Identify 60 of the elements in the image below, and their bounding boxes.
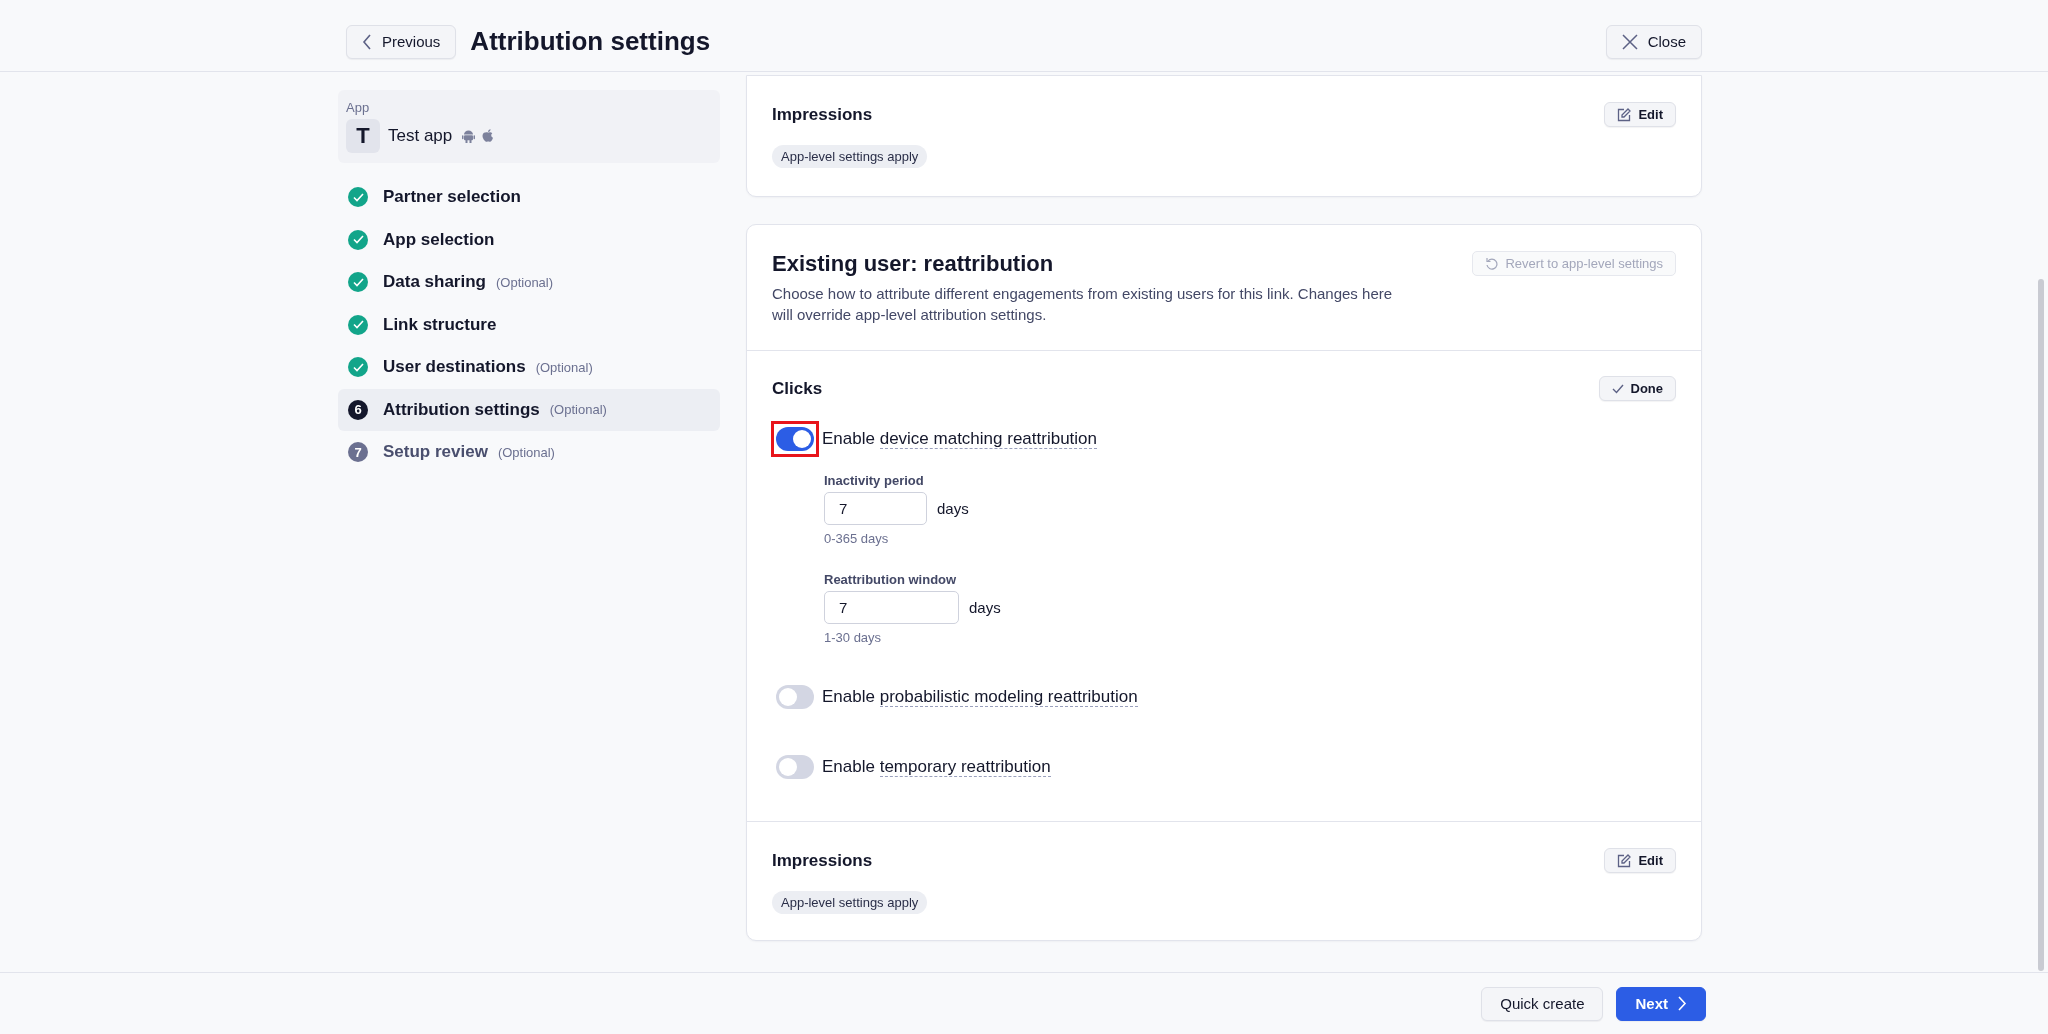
chevron-left-icon: [362, 33, 372, 50]
step-item[interactable]: Partner selection: [338, 176, 720, 219]
section-heading: Impressions: [772, 104, 873, 125]
edit-icon: [1617, 853, 1632, 868]
app-initial-tile: T: [346, 119, 380, 153]
robot-icon: [462, 129, 476, 143]
number-input[interactable]: 7: [824, 492, 927, 525]
step-item[interactable]: 7 Setup review (Optional): [338, 431, 720, 474]
step-item[interactable]: Link structure: [338, 303, 720, 346]
step-number: 6: [348, 399, 368, 420]
card-title: Existing user: reattribution: [772, 251, 1055, 277]
step-label: User destinations: [383, 357, 526, 378]
done-button[interactable]: Done: [1598, 376, 1676, 401]
optional-note: (Optional): [535, 359, 593, 375]
optional-note: (Optional): [496, 274, 554, 290]
previous-button[interactable]: Previous: [346, 24, 457, 59]
step-label: Attribution settings: [383, 399, 540, 420]
apple-icon: [482, 129, 495, 143]
toggle-label: Enable probabilistic modeling reattribution: [822, 687, 1138, 707]
undo-icon: [1485, 257, 1499, 270]
toggle-switch[interactable]: [771, 421, 819, 457]
optional-note: (Optional): [497, 444, 555, 460]
scrollbar-thumb[interactable]: [2038, 279, 2044, 971]
toggle-label: Enable device matching reattribution: [822, 429, 1097, 449]
quick-create-button[interactable]: Quick create: [1481, 986, 1604, 1021]
app-name: Test app: [388, 126, 453, 146]
close-button[interactable]: Close: [1605, 24, 1702, 59]
page-title: Attribution settings: [470, 26, 712, 57]
step-item[interactable]: User destinations (Optional): [338, 346, 720, 389]
range-hint: 0-365 days: [824, 531, 890, 546]
step-item[interactable]: App selection: [338, 218, 720, 261]
check-icon: [1611, 383, 1624, 394]
next-button[interactable]: Next: [1616, 986, 1706, 1021]
step-label: Link structure: [383, 314, 497, 335]
app-label: App: [346, 100, 371, 115]
close-icon: [1621, 33, 1638, 50]
field-label: Reattribution window: [824, 572, 958, 587]
optional-note: (Optional): [549, 402, 607, 418]
step-item[interactable]: 6 Attribution settings (Optional): [338, 388, 720, 431]
edit-icon: [1617, 107, 1632, 122]
card-description: Choose how to attribute different engagements from existing users for this link. Changes here will override app-level attribution settings.: [772, 284, 1394, 325]
settings-tag: App-level settings apply: [772, 891, 928, 914]
unit-label: days: [937, 500, 969, 517]
section-heading: Clicks: [772, 378, 823, 399]
step-label: Setup review: [383, 442, 488, 463]
step-label: Partner selection: [383, 187, 521, 208]
range-hint: 1-30 days: [824, 630, 883, 645]
step-item[interactable]: Data sharing (Optional): [338, 261, 720, 304]
edit-button[interactable]: Edit: [1604, 848, 1676, 873]
settings-tag: App-level settings apply: [772, 145, 928, 168]
edit-button[interactable]: Edit: [1604, 102, 1676, 127]
section-heading: Impressions: [772, 850, 873, 871]
toggle-label: Enable temporary reattribution: [822, 757, 1051, 777]
step-label: App selection: [383, 229, 495, 250]
chevron-right-icon: [1678, 996, 1687, 1011]
number-input[interactable]: 7: [824, 591, 959, 624]
unit-label: days: [969, 599, 1001, 616]
step-number: 7: [348, 442, 368, 463]
field-label: Inactivity period: [824, 473, 925, 488]
step-label: Data sharing: [383, 272, 486, 293]
